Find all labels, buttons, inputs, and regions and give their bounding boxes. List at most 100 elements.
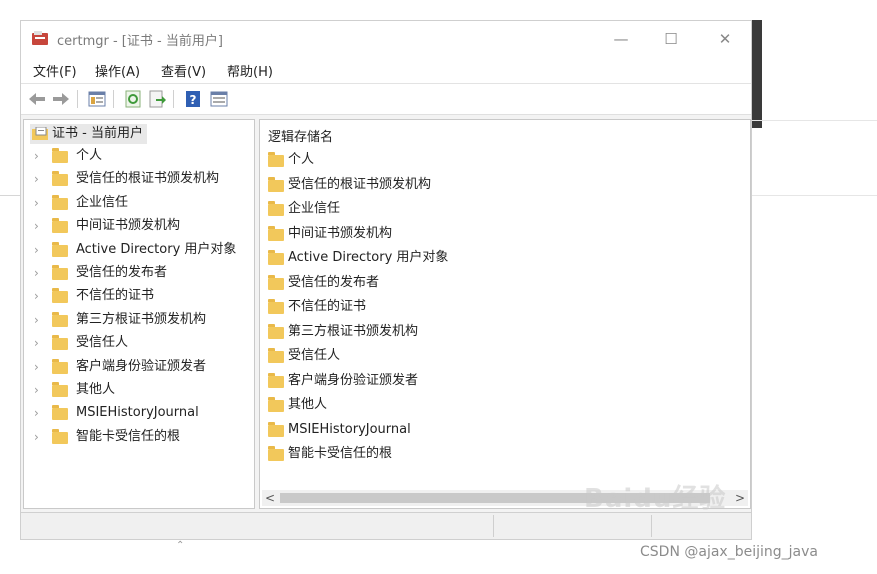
tree-item-label: 中间证书颁发机构 [76, 218, 181, 234]
folder-icon [268, 372, 284, 388]
svg-text:?: ? [190, 93, 197, 107]
folder-icon [52, 288, 68, 304]
folder-icon [268, 446, 284, 461]
title-bar[interactable]: certmgr - [证书 - 当前用户] — ☐ ✕ [21, 21, 751, 57]
maximize-button[interactable]: ☐ [651, 25, 691, 53]
close-button[interactable]: ✕ [705, 25, 745, 53]
tree-item-label: 个人 [76, 148, 103, 163]
tree-item-label: Active Directory 用户对象 [76, 241, 237, 257]
list-item-label: MSIEHistoryJournal [288, 421, 411, 437]
help-icon[interactable]: ? [183, 89, 203, 109]
list-item-label: 受信任人 [288, 348, 341, 363]
chevron-right-icon[interactable]: › [34, 193, 39, 213]
folder-icon [52, 171, 68, 187]
chevron-right-icon[interactable]: › [34, 169, 39, 189]
chevron-right-icon[interactable]: › [34, 286, 39, 306]
folder-icon [268, 274, 284, 290]
folder-icon [268, 397, 284, 412]
tree-item-label: 其他人 [76, 382, 116, 397]
menu-view[interactable]: 查看(V) [161, 61, 206, 80]
folder-icon [52, 335, 68, 351]
folder-icon [268, 201, 284, 216]
list-item-label: 客户端身份验证颁发者 [288, 372, 419, 388]
folder-icon [52, 194, 68, 210]
back-arrow-icon[interactable] [27, 89, 47, 109]
chevron-right-icon[interactable]: › [34, 216, 39, 236]
background-mark: ⌃ [176, 540, 185, 551]
background-divider [0, 195, 20, 196]
folder-icon [52, 148, 68, 163]
chevron-right-icon[interactable]: › [34, 310, 39, 330]
folder-icon [52, 358, 68, 374]
tree-root-certificates-current-user[interactable]: 证书 - 当前用户 [30, 124, 147, 144]
background-divider [752, 195, 877, 196]
tree-item-label: MSIEHistoryJournal [76, 405, 199, 421]
tree-item-label: 受信任的根证书颁发机构 [76, 171, 220, 187]
list-item-label: 受信任的发布者 [288, 274, 380, 290]
toolbar-separator [77, 90, 78, 108]
tree-item-label: 不信任的证书 [76, 288, 155, 304]
tree-item-label: 受信任的发布者 [76, 265, 168, 280]
chevron-right-icon[interactable]: › [34, 357, 39, 377]
status-bar [21, 512, 751, 539]
folder-icon [268, 176, 284, 192]
chevron-right-icon[interactable]: › [34, 240, 39, 260]
window-title: certmgr - [证书 - 当前用户] [57, 34, 223, 49]
list-item-label: 中间证书颁发机构 [288, 225, 393, 241]
tree-item-label: 第三方根证书颁发机构 [76, 311, 207, 327]
list-item-label: 企业信任 [288, 201, 341, 216]
chevron-right-icon[interactable]: › [34, 427, 39, 447]
properties-icon[interactable] [209, 89, 229, 109]
list-item-label: 智能卡受信任的根 [288, 446, 393, 461]
toolbar: ? [21, 83, 751, 115]
column-header-logical-store-name[interactable]: 逻辑存储名 [268, 126, 333, 145]
refresh-icon[interactable] [123, 89, 143, 109]
list-item-label: 受信任的根证书颁发机构 [288, 176, 432, 192]
list-item-label: 个人 [288, 152, 315, 167]
folder-icon [268, 152, 284, 167]
scroll-right-button[interactable]: > [732, 490, 748, 506]
menu-action[interactable]: 操作(A) [95, 61, 140, 80]
show-console-tree-icon[interactable] [87, 89, 107, 109]
folder-icon [52, 311, 68, 327]
tree-item-label: 客户端身份验证颁发者 [76, 358, 207, 374]
folder-icon [268, 323, 284, 339]
certificate-app-icon [32, 31, 48, 45]
menu-bar: 文件(F) 操作(A) 查看(V) 帮助(H) [21, 57, 751, 83]
list-item-label: 第三方根证书颁发机构 [288, 323, 419, 339]
tree-item-label: 智能卡受信任的根 [76, 428, 181, 444]
folder-icon [52, 382, 68, 397]
chevron-right-icon[interactable]: › [34, 380, 39, 400]
folder-icon [52, 428, 68, 444]
list-item-label: 其他人 [288, 397, 328, 412]
chevron-right-icon[interactable]: › [34, 263, 39, 283]
status-divider [493, 515, 494, 537]
minimize-button[interactable]: — [601, 25, 641, 53]
folder-icon [268, 421, 284, 437]
tree-item-label: 企业信任 [76, 194, 129, 210]
folder-icon [268, 250, 284, 265]
forward-arrow-icon[interactable] [51, 89, 71, 109]
folder-icon [52, 241, 68, 257]
console-tree-pane: 证书 - 当前用户 › 个人 › 受信任的根证书颁发机构 › 企业信任 › 中间证书颁发机构 ›… [23, 119, 255, 509]
menu-help[interactable]: 帮助(H) [227, 61, 273, 80]
certificate-store-icon [32, 127, 48, 140]
folder-icon [52, 218, 68, 234]
folder-icon [268, 225, 284, 241]
menu-file[interactable]: 文件(F) [33, 61, 77, 80]
list-item-label: 不信任的证书 [288, 299, 367, 314]
folder-icon [268, 348, 284, 363]
scroll-left-button[interactable]: < [262, 490, 278, 506]
export-list-icon[interactable] [147, 89, 167, 109]
tree-root-label: 证书 - 当前用户 [52, 126, 143, 141]
chevron-right-icon[interactable]: › [34, 146, 39, 166]
background-divider [752, 120, 877, 121]
csdn-attribution: CSDN @ajax_beijing_java [640, 544, 818, 560]
chevron-right-icon[interactable]: › [34, 403, 39, 423]
store-list-pane: 逻辑存储名 个人 受信任的根证书颁发机构 企业信任 中间证书颁发机构 Active Di… [259, 119, 751, 509]
baidu-watermark: Baidu经验 [584, 484, 727, 514]
chevron-right-icon[interactable]: › [34, 333, 39, 353]
toolbar-separator [113, 90, 114, 108]
certmgr-window: certmgr - [证书 - 当前用户] — ☐ ✕ 文件(F) 操作(A) … [20, 20, 752, 540]
tree-item-label: 受信任人 [76, 335, 129, 351]
